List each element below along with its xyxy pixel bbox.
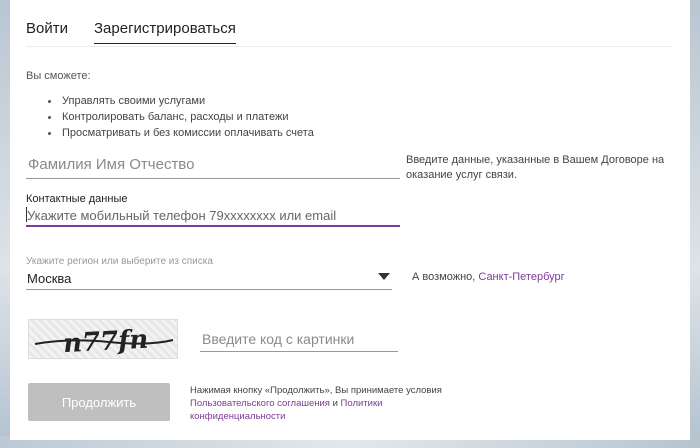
region-value: Москва (27, 271, 72, 286)
tab-login[interactable]: Войти (26, 20, 68, 44)
tab-register[interactable]: Зарегистрироваться (93, 20, 236, 44)
full-name-field[interactable]: Фамилия Имя Отчество (26, 153, 400, 179)
full-name-placeholder: Фамилия Имя Отчество (28, 156, 195, 173)
list-item: Просматривать и без комиссии оплачивать … (48, 125, 314, 141)
registration-panel: Войти Зарегистрироваться Вы сможете: Упр… (10, 0, 690, 440)
contact-label: Контактные данные (26, 193, 128, 205)
captcha-image: n77fn (28, 319, 178, 359)
terms-and: и (329, 398, 341, 409)
captcha-underline (200, 351, 398, 352)
list-item: Контролировать баланс, расходы и платежи (48, 109, 314, 125)
region-underline (26, 289, 392, 290)
region-label: Укажите регион или выберите из списка (26, 256, 213, 267)
captcha-input[interactable]: Введите код с картинки (200, 328, 398, 352)
region-suggestion: А возможно, Санкт-Петербург (412, 270, 565, 285)
captcha-text: n77fn (62, 325, 149, 359)
terms-text: Нажимая кнопку «Продолжить», Вы принимае… (190, 384, 450, 423)
region-suggestion-prefix: А возможно, (412, 271, 479, 283)
chevron-down-icon[interactable] (378, 273, 390, 280)
contact-underline (26, 225, 400, 227)
benefits-intro: Вы сможете: (26, 70, 91, 82)
captcha-placeholder: Введите код с картинки (202, 331, 355, 347)
user-agreement-link[interactable]: Пользовательского соглашения (190, 398, 330, 409)
full-name-hint: Введите данные, указанные в Вашем Догово… (406, 154, 665, 181)
tabs-divider (26, 46, 672, 47)
continue-button[interactable]: Продолжить (28, 383, 170, 421)
full-name-underline (26, 178, 400, 179)
captcha-drawing: n77fn (34, 325, 174, 359)
contact-input[interactable]: Укажите мобильный телефон 79xxxxxxxx или… (26, 205, 400, 227)
auth-tabs: Войти Зарегистрироваться (26, 20, 236, 44)
terms-prefix: Нажимая кнопку «Продолжить», Вы принимае… (190, 385, 442, 396)
list-item: Управлять своими услугами (48, 93, 314, 109)
region-select[interactable]: Москва (26, 268, 392, 290)
region-suggestion-link[interactable]: Санкт-Петербург (478, 271, 564, 283)
benefits-list: Управлять своими услугами Контролировать… (48, 93, 314, 141)
contact-placeholder: Укажите мобильный телефон 79xxxxxxxx или… (27, 208, 337, 223)
